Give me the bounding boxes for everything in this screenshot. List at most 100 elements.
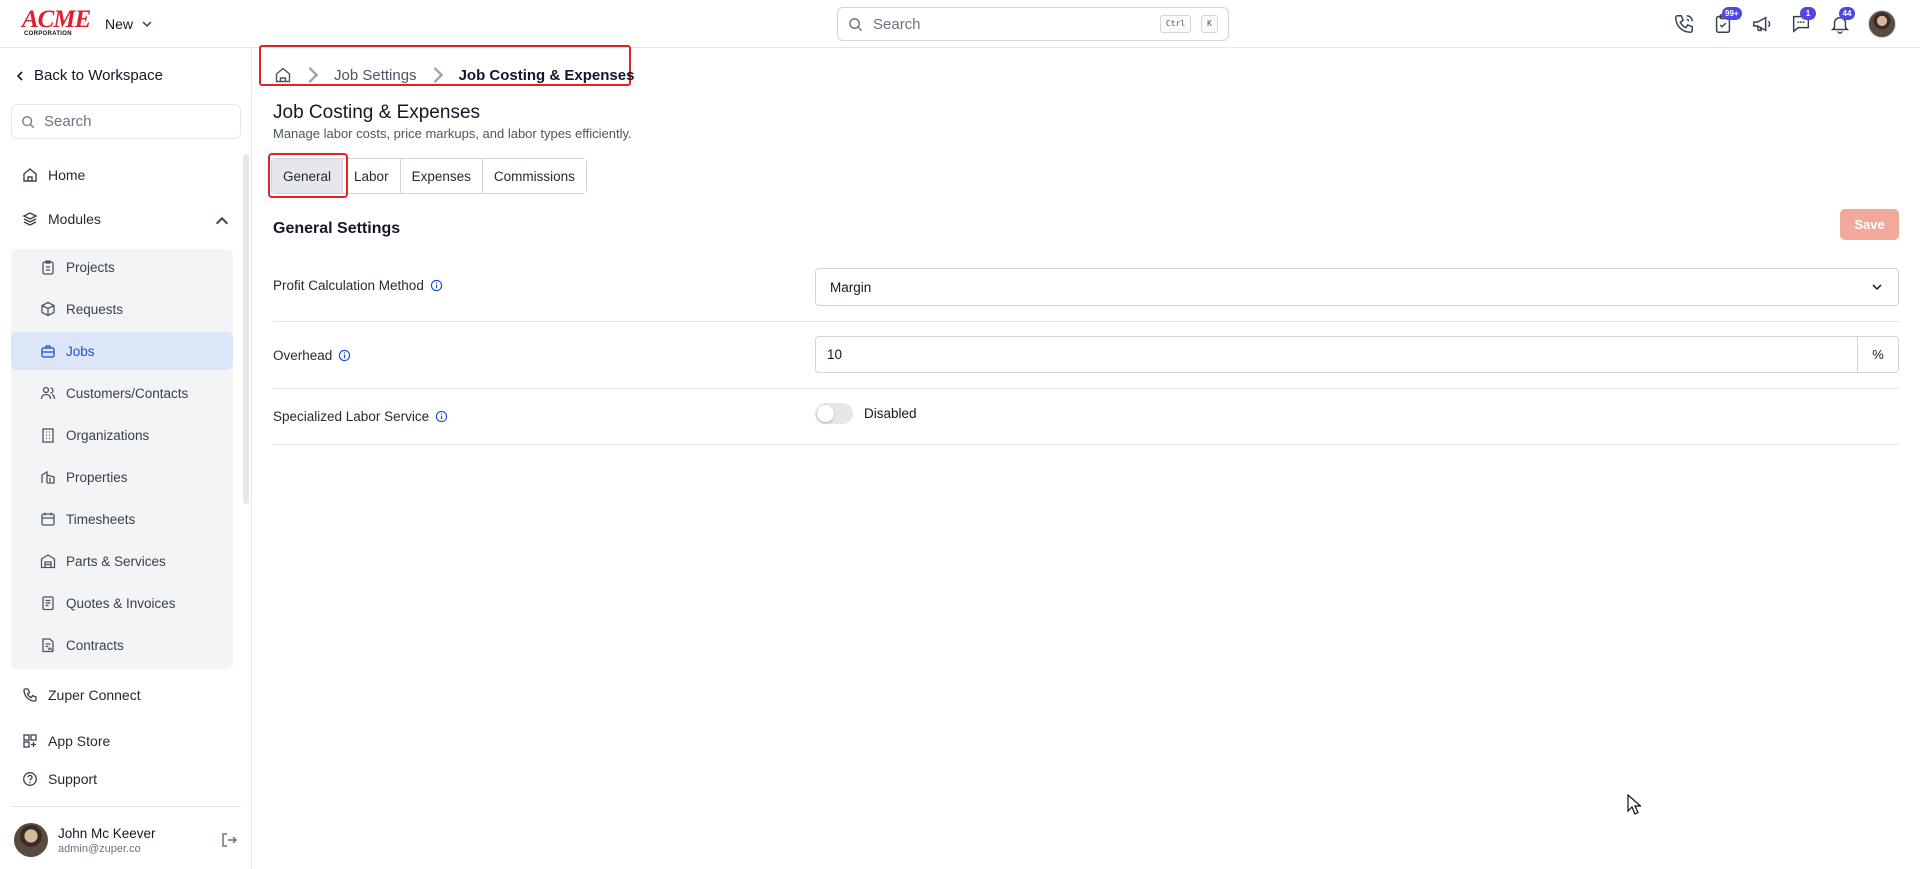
profit-method-value: Margin	[830, 279, 872, 295]
chat-badge: 1	[1800, 7, 1816, 20]
sidebar-item-label: Support	[48, 771, 98, 787]
sidebar-item-label: Parts & Services	[66, 553, 166, 569]
avatar[interactable]	[14, 823, 48, 857]
toggle-status: Disabled	[864, 406, 917, 421]
back-to-workspace-link[interactable]: Back to Workspace	[14, 67, 163, 84]
sidebar-item-label: Requests	[66, 301, 124, 317]
new-dropdown-button[interactable]: New	[105, 14, 153, 34]
info-icon[interactable]	[338, 349, 351, 362]
sidebar-item-jobs[interactable]: Jobs	[11, 332, 233, 370]
tab-labor[interactable]: Labor	[343, 159, 401, 193]
profit-method-label: Profit Calculation Method	[273, 278, 443, 293]
tasks-badge: 99+	[1722, 7, 1742, 20]
phone-icon	[1675, 15, 1693, 33]
user-name: John Mc Keever	[58, 825, 156, 841]
overhead-input[interactable]	[815, 336, 1858, 373]
global-search-input[interactable]	[873, 15, 1150, 33]
announcements-button[interactable]	[1751, 13, 1773, 35]
warehouse-icon	[40, 554, 56, 569]
info-icon[interactable]	[435, 410, 448, 423]
logo-main-text: ACME	[22, 6, 91, 33]
breadcrumb: Job Settings Job Costing & Expenses	[274, 64, 634, 86]
sidebar-item-label: App Store	[48, 733, 111, 749]
global-search[interactable]: Ctrl K	[837, 7, 1229, 41]
company-logo[interactable]: ACME CORPORATION	[22, 6, 91, 37]
sidebar-item-organizations[interactable]: Organizations	[11, 416, 233, 454]
sidebar-item-timesheets[interactable]: Timesheets	[11, 500, 233, 538]
tab-expenses[interactable]: Expenses	[400, 159, 483, 193]
overhead-text: Overhead	[273, 348, 333, 363]
section-title: General Settings	[273, 220, 401, 237]
sidebar-item-requests[interactable]: Requests	[11, 290, 233, 328]
building-icon	[42, 428, 54, 443]
sidebar: Back to Workspace Home Modules Projects …	[0, 48, 252, 869]
sidebar-item-label: Jobs	[66, 343, 95, 359]
sidebar-item-projects[interactable]: Projects	[11, 248, 233, 286]
chevron-right-icon	[308, 66, 319, 84]
notifications-button[interactable]: 44	[1829, 7, 1855, 35]
grid-plus-icon	[23, 734, 37, 748]
sidebar-item-label: Organizations	[66, 427, 150, 443]
chevron-right-icon	[433, 66, 443, 84]
tasks-button[interactable]: 99+	[1712, 7, 1742, 35]
back-label: Back to Workspace	[34, 67, 163, 84]
breadcrumb-current: Job Costing & Expenses	[458, 66, 635, 84]
sidebar-search[interactable]	[11, 104, 241, 139]
user-avatar-top[interactable]	[1868, 10, 1896, 38]
shortcut-k: K	[1201, 15, 1218, 33]
row-divider	[273, 321, 1900, 322]
row-divider	[273, 444, 1900, 445]
sidebar-item-label: Projects	[66, 259, 115, 275]
row-divider	[273, 388, 1900, 389]
sidebar-item-contracts[interactable]: Contracts	[11, 626, 233, 664]
profit-method-select[interactable]: Margin	[815, 268, 1899, 306]
layers-icon	[22, 212, 38, 226]
user-email: admin@zuper.co	[58, 842, 141, 855]
sidebar-search-input[interactable]	[44, 113, 231, 130]
save-button[interactable]: Save	[1840, 209, 1899, 240]
sidebar-item-label: Modules	[48, 211, 101, 227]
toggle-knob	[817, 405, 834, 422]
specialized-labor-label: Specialized Labor Service	[273, 409, 448, 424]
megaphone-icon	[1753, 16, 1771, 32]
chevron-left-icon	[16, 70, 23, 81]
phone-icon	[23, 688, 37, 702]
top-icon-group: 99+ 1 44	[1673, 7, 1896, 40]
sidebar-item-parts-services[interactable]: Parts & Services	[11, 542, 233, 580]
sidebar-item-app-store[interactable]: App Store	[12, 723, 242, 759]
contract-icon	[42, 638, 54, 653]
sidebar-item-quotes-invoices[interactable]: Quotes & Invoices	[11, 584, 233, 622]
sidebar-scrollbar[interactable]	[243, 154, 249, 504]
sidebar-item-home[interactable]: Home	[12, 157, 242, 193]
clipboard-icon	[42, 260, 54, 275]
user-profile: John Mc Keever admin@zuper.co	[14, 821, 238, 859]
help-circle-icon	[23, 772, 37, 786]
sidebar-item-modules[interactable]: Modules	[12, 201, 242, 237]
chat-button[interactable]: 1	[1790, 7, 1816, 35]
sidebar-divider	[11, 806, 241, 807]
tab-commissions[interactable]: Commissions	[482, 159, 586, 193]
chevron-up-icon	[215, 216, 229, 225]
sidebar-item-zuper-connect[interactable]: Zuper Connect	[12, 677, 242, 713]
page-subtitle: Manage labor costs, price markups, and l…	[273, 126, 632, 141]
specialized-labor-text: Specialized Labor Service	[273, 409, 430, 424]
sidebar-item-support[interactable]: Support	[12, 761, 242, 797]
chevron-down-icon	[1872, 284, 1882, 291]
search-icon	[849, 17, 863, 31]
sidebar-item-label: Quotes & Invoices	[66, 595, 176, 611]
page-title: Job Costing & Expenses	[273, 102, 481, 123]
logout-icon[interactable]	[220, 831, 238, 849]
notifications-badge: 44	[1839, 7, 1855, 20]
chevron-down-icon	[142, 21, 152, 28]
sidebar-item-customers[interactable]: Customers/Contacts	[11, 374, 233, 412]
phone-button[interactable]	[1673, 13, 1695, 35]
top-bar: ACME CORPORATION New Ctrl K 99+ 1 44	[0, 0, 1920, 48]
specialized-labor-toggle[interactable]	[815, 403, 853, 424]
mouse-cursor-icon	[1627, 794, 1641, 815]
breadcrumb-job-settings[interactable]: Job Settings	[334, 67, 417, 84]
sidebar-item-properties[interactable]: Properties	[11, 458, 233, 496]
home-icon[interactable]	[274, 66, 292, 84]
new-label: New	[105, 16, 134, 32]
info-icon[interactable]	[430, 279, 443, 292]
calendar-icon	[41, 512, 55, 526]
